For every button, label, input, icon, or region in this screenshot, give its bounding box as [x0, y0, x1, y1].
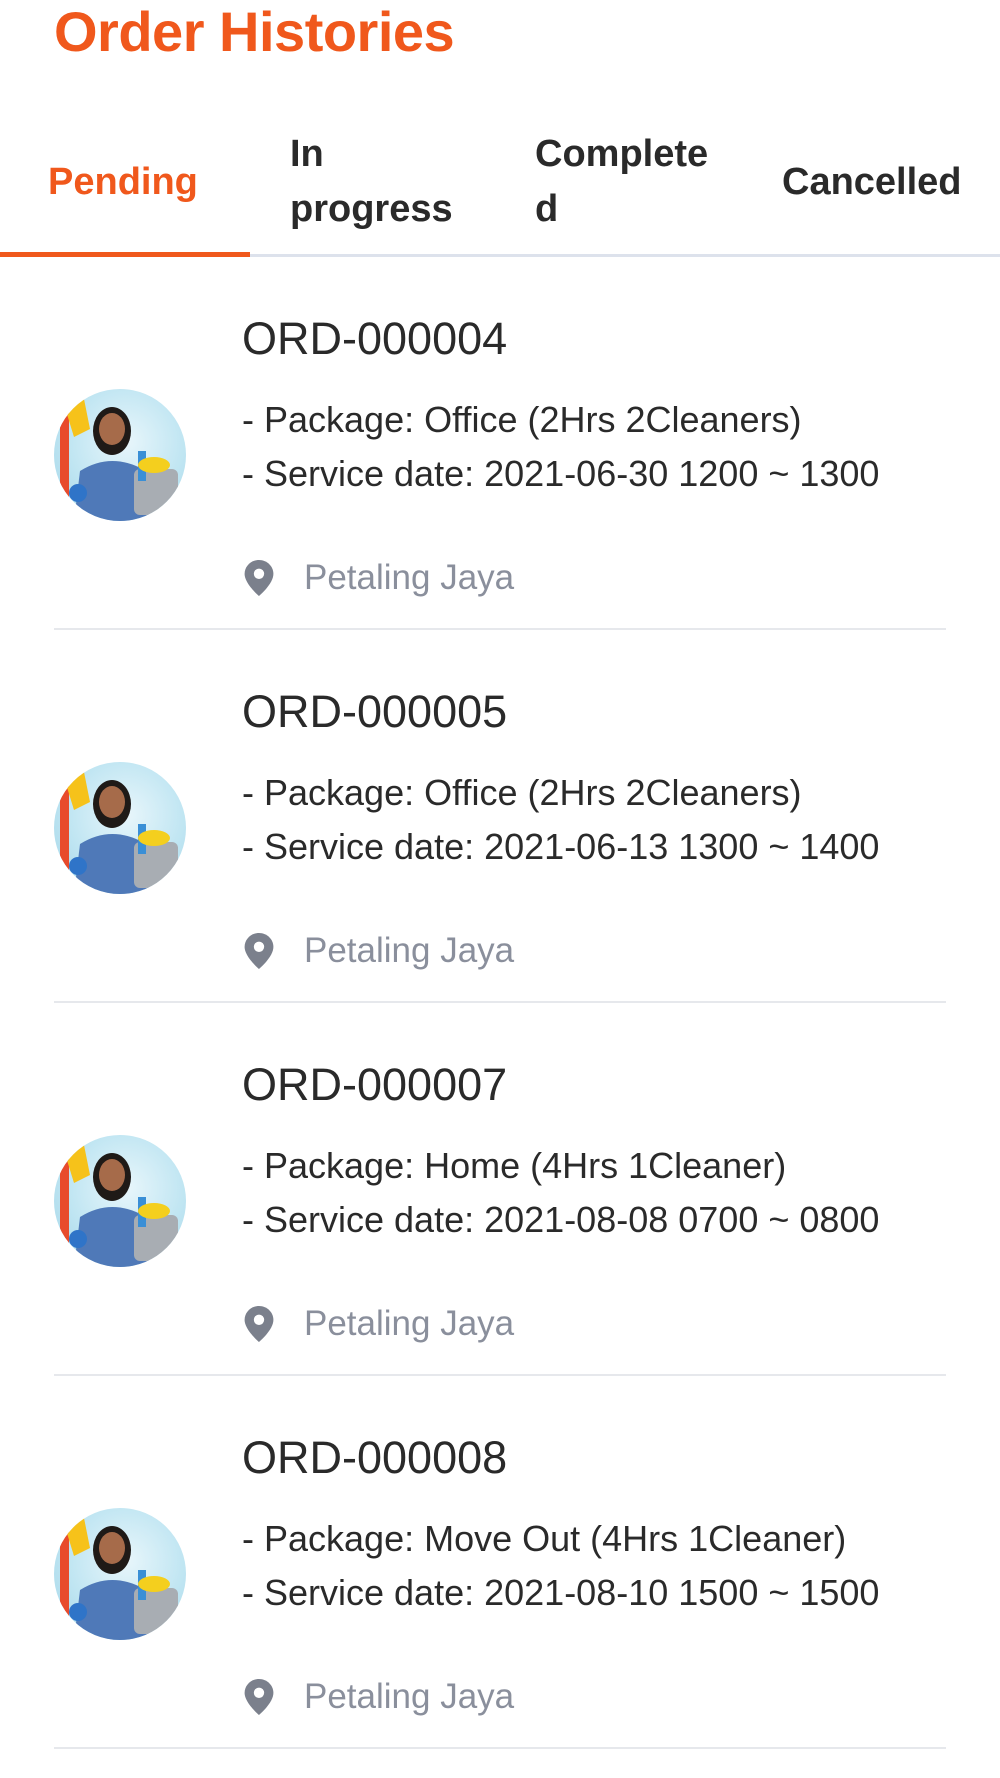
order-package: - Package: Move Out (4Hrs 1Cleaner)	[242, 1518, 847, 1559]
order-item[interactable]: ORD-000007 - Package: Home (4Hrs 1Cleane…	[0, 1003, 1000, 1376]
order-location: Petaling Jaya	[244, 1301, 514, 1347]
tab-cancelled[interactable]: Cancelled	[782, 110, 962, 254]
tab-pending-label: Pending	[48, 160, 198, 203]
tab-completed[interactable]: Complete d	[535, 110, 708, 254]
page-title: Order Histories	[54, 0, 455, 63]
order-item[interactable]: ORD-000008 - Package: Move Out (4Hrs 1Cl…	[0, 1376, 1000, 1749]
cleaner-avatar	[54, 1508, 186, 1640]
tab-in-progress-label-line2: progress	[290, 188, 453, 230]
order-location-text: Petaling Jaya	[304, 558, 515, 597]
order-location-text: Petaling Jaya	[304, 931, 515, 970]
tab-completed-label-line1: Complete	[535, 133, 709, 175]
location-pin-icon	[244, 1306, 274, 1342]
tab-in-progress-label-line1: In	[290, 133, 324, 175]
order-id: ORD-000005	[242, 686, 508, 737]
order-location: Petaling Jaya	[244, 928, 514, 974]
order-service-date: - Service date: 2021-08-10 1500 ~ 1500	[242, 1572, 880, 1613]
order-item[interactable]: ORD-000005 - Package: Office (2Hrs 2Clea…	[0, 630, 1000, 1003]
order-id: ORD-000004	[242, 313, 508, 364]
tab-pending[interactable]: Pending	[48, 110, 198, 254]
order-service-date: - Service date: 2021-06-30 1200 ~ 1300	[242, 453, 880, 494]
cleaner-avatar	[54, 389, 186, 521]
cleaner-avatar	[54, 1135, 186, 1267]
order-id: ORD-000008	[242, 1432, 508, 1483]
order-id: ORD-000007	[242, 1059, 508, 1110]
order-service-date: - Service date: 2021-06-13 1300 ~ 1400	[242, 826, 880, 867]
order-package: - Package: Office (2Hrs 2Cleaners)	[242, 399, 802, 440]
cleaner-avatar	[54, 762, 186, 894]
order-package: - Package: Home (4Hrs 1Cleaner)	[242, 1145, 787, 1186]
order-service-date: - Service date: 2021-08-08 0700 ~ 0800	[242, 1199, 880, 1240]
tab-in-progress[interactable]: In progress	[290, 110, 453, 254]
status-tabs: Pending In progress Complete d Cancelled	[0, 110, 1000, 257]
order-location: Petaling Jaya	[244, 1674, 514, 1720]
order-location-text: Petaling Jaya	[304, 1677, 515, 1716]
tab-completed-label-line2: d	[535, 188, 559, 230]
order-list: ORD-000004 - Package: Office (2Hrs 2Clea…	[0, 257, 1000, 1749]
tab-cancelled-label: Cancelled	[782, 160, 962, 203]
location-pin-icon	[244, 560, 274, 596]
order-location-text: Petaling Jaya	[304, 1304, 515, 1343]
order-location: Petaling Jaya	[244, 555, 514, 601]
location-pin-icon	[244, 933, 274, 969]
location-pin-icon	[244, 1679, 274, 1715]
order-item[interactable]: ORD-000004 - Package: Office (2Hrs 2Clea…	[0, 257, 1000, 630]
order-package: - Package: Office (2Hrs 2Cleaners)	[242, 772, 802, 813]
